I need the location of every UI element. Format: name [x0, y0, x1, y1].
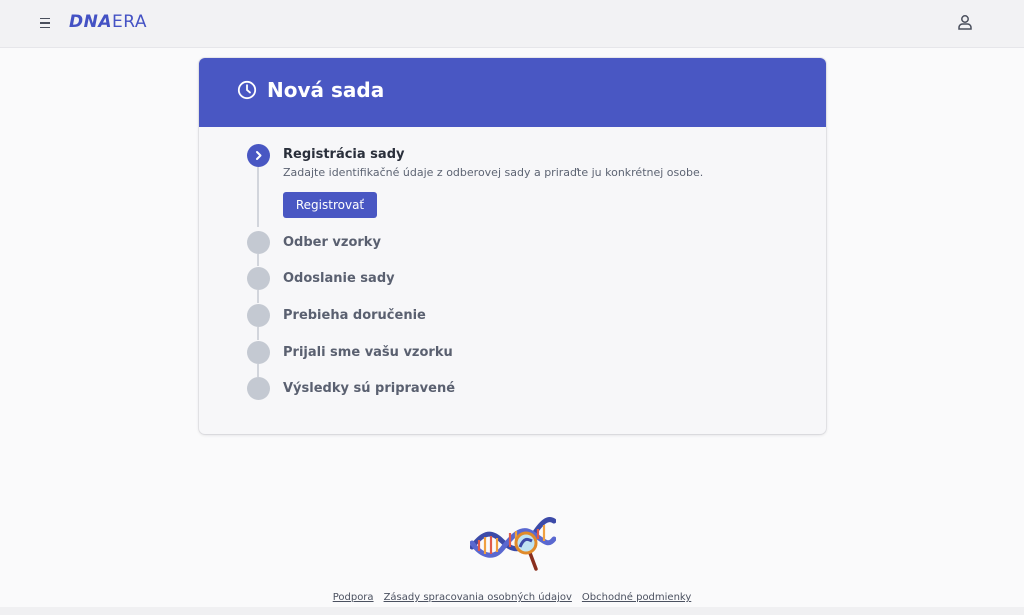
step-title: Prebieha doručenie [283, 308, 426, 323]
step-connector [257, 254, 259, 266]
logo-dna: DNA [69, 12, 112, 32]
step-sample-collection: Odber vzorky [247, 231, 807, 254]
bottom-strip [0, 607, 1024, 615]
step-connector [257, 290, 259, 303]
footer-links: Podpora Zásady spracovania osobných údaj… [0, 592, 1024, 606]
register-button[interactable]: Registrovať [283, 192, 377, 218]
step-sample-received: Prijali sme vašu vzorku [247, 341, 807, 364]
step-delivery: Prebieha doručenie [247, 304, 807, 327]
step-registration: Registrácia sady Zadajte identifikačné ú… [247, 144, 807, 224]
step-pending-indicator [247, 304, 270, 327]
step-connector [257, 327, 259, 340]
step-pending-indicator [247, 341, 270, 364]
logo[interactable]: DNAERA [69, 12, 147, 32]
logo-era: ERA [112, 12, 147, 32]
footer-link-terms[interactable]: Obchodné podmienky [582, 592, 691, 606]
step-pending-indicator [247, 377, 270, 400]
step-results-ready: Výsledky sú pripravené [247, 377, 807, 400]
step-title: Výsledky sú pripravené [283, 381, 456, 396]
user-icon[interactable] [956, 13, 974, 31]
chevron-right-icon [256, 151, 262, 160]
step-connector [257, 364, 259, 377]
step-title: Prijali sme vašu vzorku [283, 345, 453, 360]
step-description: Zadajte identifikačné údaje z odberovej … [283, 166, 704, 179]
card-header: Nová sada [199, 58, 826, 127]
step-pending-indicator [247, 231, 270, 254]
clock-icon [237, 80, 257, 100]
step-title: Odoslanie sady [283, 271, 395, 286]
new-kit-card: Nová sada Registrácia sady Zadajte ident… [199, 58, 826, 434]
top-bar: DNAERA [0, 0, 1024, 48]
step-active-indicator [247, 144, 270, 167]
footer-link-privacy-policy[interactable]: Zásady spracovania osobných údajov [384, 592, 572, 606]
footer-link-support[interactable]: Podpora [333, 592, 374, 606]
card-title: Nová sada [267, 78, 385, 102]
dna-magnifier-illustration [469, 513, 557, 573]
step-kit-shipping: Odoslanie sady [247, 267, 807, 290]
step-title: Odber vzorky [283, 235, 381, 250]
hamburger-icon[interactable] [37, 15, 53, 31]
step-pending-indicator [247, 267, 270, 290]
step-title: Registrácia sady [283, 147, 405, 162]
